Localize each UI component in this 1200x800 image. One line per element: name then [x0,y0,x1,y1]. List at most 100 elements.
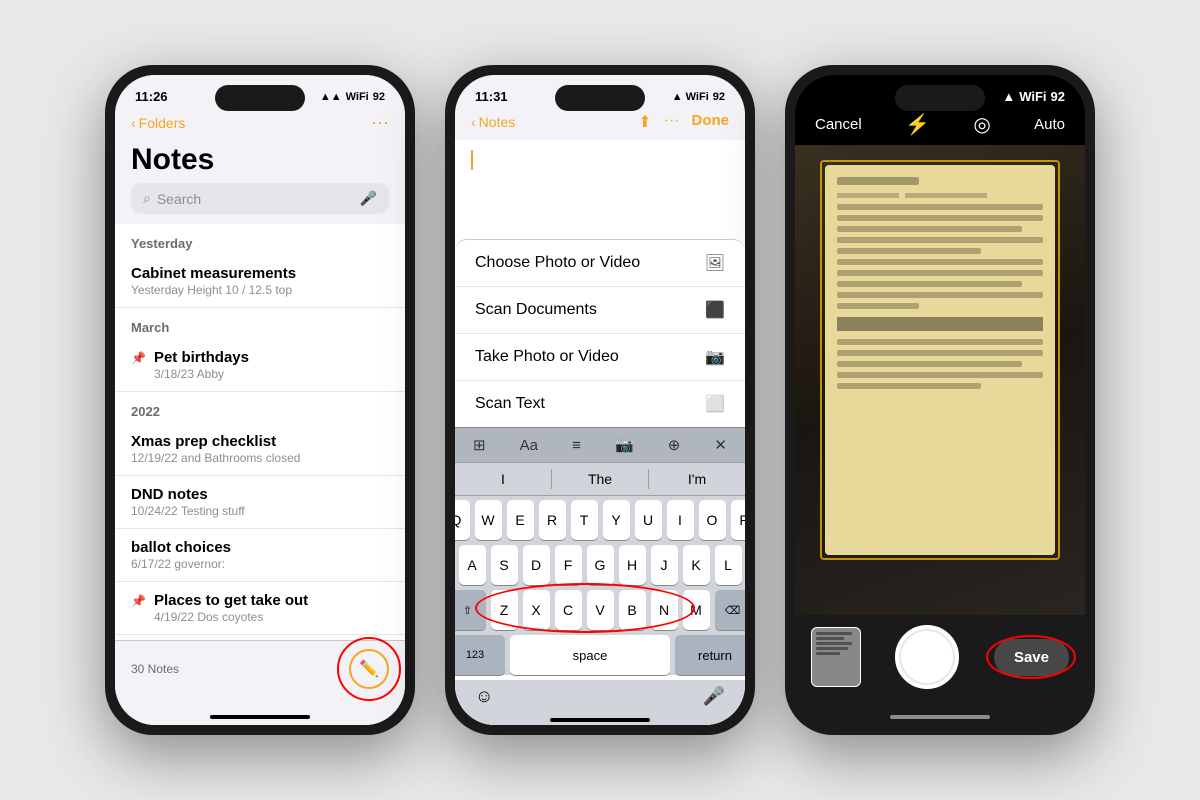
flash-icon[interactable]: ⚡ [905,112,930,137]
menu-scan-documents[interactable]: Scan Documents ⬛ [455,287,745,334]
note-pet-birthdays[interactable]: 📌 Pet birthdays 3/18/23 Abby [115,339,405,392]
mic-icon-kb[interactable]: 🎤 [703,686,725,707]
lens-icon: ◎ [973,112,990,137]
key-l[interactable]: L [715,545,742,585]
key-j[interactable]: J [651,545,678,585]
signal-icon-2: ▲ WiFi [672,91,709,103]
done-button[interactable]: Done [692,112,730,132]
text-cursor [471,150,473,170]
compose-button[interactable]: ✏️ [349,649,389,689]
status-icons-2: ▲ WiFi 92 [672,91,725,103]
key-s[interactable]: S [491,545,518,585]
notes-back-label: Notes [479,114,516,130]
note-dnd-notes[interactable]: DND notes 10/24/22 Testing stuff [115,476,405,529]
signal-icon-3: ▲ [1002,89,1015,104]
compose-icon: ✏️ [359,659,379,679]
chevron-left-icon-2: ‹ [471,114,476,130]
ellipsis-button-1[interactable]: ··· [371,112,389,133]
key-c[interactable]: C [555,590,582,630]
scan-border-overlay [820,160,1060,560]
phone-notes-list: 11:26 ▲▲ WiFi 92 ‹ Folders ··· Notes ⌕ S… [105,65,415,735]
suggestion-the[interactable]: The [552,469,649,489]
editor-nav: ‹ Notes ⬆ ··· Done [455,108,745,140]
key-z[interactable]: Z [491,590,518,630]
key-b[interactable]: B [619,590,646,630]
key-v[interactable]: V [587,590,614,630]
pin-icon-2: 📌 [131,594,146,608]
camera-icon-kb[interactable]: 📷 [609,434,640,456]
key-h[interactable]: H [619,545,646,585]
key-return[interactable]: return [675,635,745,675]
key-u[interactable]: U [635,500,662,540]
note-xmas-prep[interactable]: Xmas prep checklist 12/19/22 and Bathroo… [115,423,405,476]
pin-icon: 📌 [131,351,146,365]
key-m[interactable]: M [683,590,710,630]
suggestion-im[interactable]: I'm [649,469,745,489]
key-a[interactable]: A [459,545,486,585]
key-d[interactable]: D [523,545,550,585]
key-shift[interactable]: ⇧ [455,590,486,630]
menu-choose-photo[interactable]: Choose Photo or Video 🖼 [455,240,745,287]
camera-bottom-controls: Save [795,615,1085,709]
ellipsis-icon-2[interactable]: ··· [664,112,680,132]
kb-row-2: A S D F G H J K L [459,545,741,585]
notes-nav-bar: ‹ Folders ··· [115,108,405,141]
home-indicator-3 [890,715,990,719]
note-cabinet-measurements[interactable]: Cabinet measurements Yesterday Height 10… [115,255,405,308]
kb-row-3: ⇧ Z X C V B N M ⌫ [459,590,741,630]
list-icon[interactable]: ≡ [566,435,587,456]
close-icon-kb[interactable]: ✕ [708,434,733,456]
key-o[interactable]: O [699,500,726,540]
camera-view [795,145,1085,615]
menu-take-photo[interactable]: Take Photo or Video 📷 [455,334,745,381]
kb-row-4: 123 space return [459,635,741,675]
kb-row-1: Q W E R T Y U I O P [459,500,741,540]
table-icon[interactable]: ⊞ [467,434,492,456]
search-bar[interactable]: ⌕ Search 🎤 [131,183,389,214]
popup-menu: Choose Photo or Video 🖼 Scan Documents ⬛… [455,239,745,725]
key-y[interactable]: Y [603,500,630,540]
key-space[interactable]: space [510,635,670,675]
scan-text-icon: ⬜ [705,394,725,414]
cancel-button[interactable]: Cancel [815,116,862,133]
key-q[interactable]: Q [455,500,470,540]
search-placeholder: Search [157,191,201,207]
notes-bottom-bar: 30 Notes ✏️ [115,640,405,709]
key-123[interactable]: 123 [455,635,505,675]
key-p[interactable]: P [731,500,746,540]
dynamic-island-2 [555,85,645,111]
key-g[interactable]: G [587,545,614,585]
section-2022: 2022 [115,392,405,423]
battery-icon-2: 92 [713,91,725,103]
key-x[interactable]: X [523,590,550,630]
page-title-notes: Notes [131,143,389,177]
scan-documents-label: Scan Documents [475,301,597,319]
editor-area[interactable]: Choose Photo or Video 🖼 Scan Documents ⬛… [455,140,745,725]
key-r[interactable]: R [539,500,566,540]
auto-label[interactable]: Auto [1034,116,1065,133]
menu-scan-text[interactable]: Scan Text ⬜ [455,381,745,427]
status-time-1: 11:26 [135,89,168,104]
note-ballot-choices[interactable]: ballot choices 6/17/22 governor: [115,529,405,582]
scan-thumbnail[interactable] [811,627,861,687]
mic-icon: 🎤 [360,190,377,207]
key-n[interactable]: N [651,590,678,630]
back-to-folders[interactable]: ‹ Folders [131,115,185,131]
key-i[interactable]: I [667,500,694,540]
search-icon-kb[interactable]: ⊕ [662,434,687,456]
back-to-notes[interactable]: ‹ Notes [471,114,515,130]
suggestion-i[interactable]: I [455,469,552,489]
share-icon[interactable]: ⬆ [638,112,651,132]
keyboard-toolbar: ⊞ Aa ≡ 📷 ⊕ ✕ [455,427,745,462]
key-delete[interactable]: ⌫ [715,590,746,630]
note-places-takeout[interactable]: 📌 Places to get take out 4/19/22 Dos coy… [115,582,405,635]
shutter-button[interactable] [895,625,959,689]
format-icon[interactable]: Aa [514,435,544,456]
key-f[interactable]: F [555,545,582,585]
emoji-icon[interactable]: ☺ [475,686,493,707]
dynamic-island [215,85,305,111]
key-t[interactable]: T [571,500,598,540]
key-w[interactable]: W [475,500,502,540]
key-k[interactable]: K [683,545,710,585]
key-e[interactable]: E [507,500,534,540]
